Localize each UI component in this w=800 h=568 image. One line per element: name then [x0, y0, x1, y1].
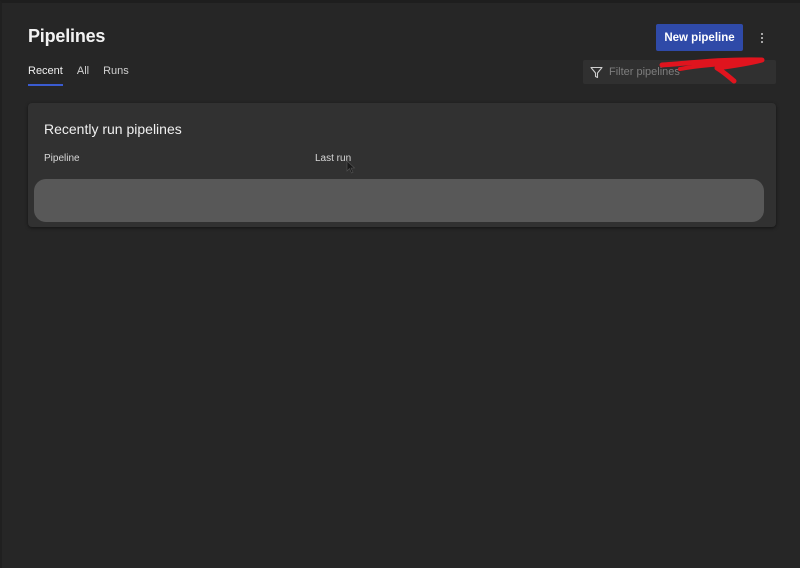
dot	[761, 33, 763, 35]
more-vertical-icon[interactable]	[753, 27, 771, 49]
dot	[761, 37, 763, 39]
new-pipeline-button[interactable]: New pipeline	[656, 24, 743, 51]
page-title: Pipelines	[28, 26, 106, 46]
column-header-pipeline: Pipeline	[44, 153, 80, 164]
pipelines-page: Pipelines New pipeline Recent All Runs R…	[0, 0, 800, 568]
filter-input[interactable]	[609, 66, 759, 78]
tab-bar: Recent All Runs	[28, 65, 129, 86]
recent-pipelines-card: Recently run pipelines Pipeline Last run	[28, 103, 776, 227]
tab-all[interactable]: All	[77, 65, 89, 85]
filter-icon	[590, 66, 603, 78]
redacted-pipeline-row	[34, 179, 764, 222]
tab-recent[interactable]: Recent	[28, 65, 63, 86]
mouse-cursor-icon	[346, 160, 356, 174]
filter-box[interactable]	[583, 60, 776, 84]
card-title: Recently run pipelines	[44, 121, 182, 137]
tab-runs[interactable]: Runs	[103, 65, 129, 85]
dot	[761, 41, 763, 43]
